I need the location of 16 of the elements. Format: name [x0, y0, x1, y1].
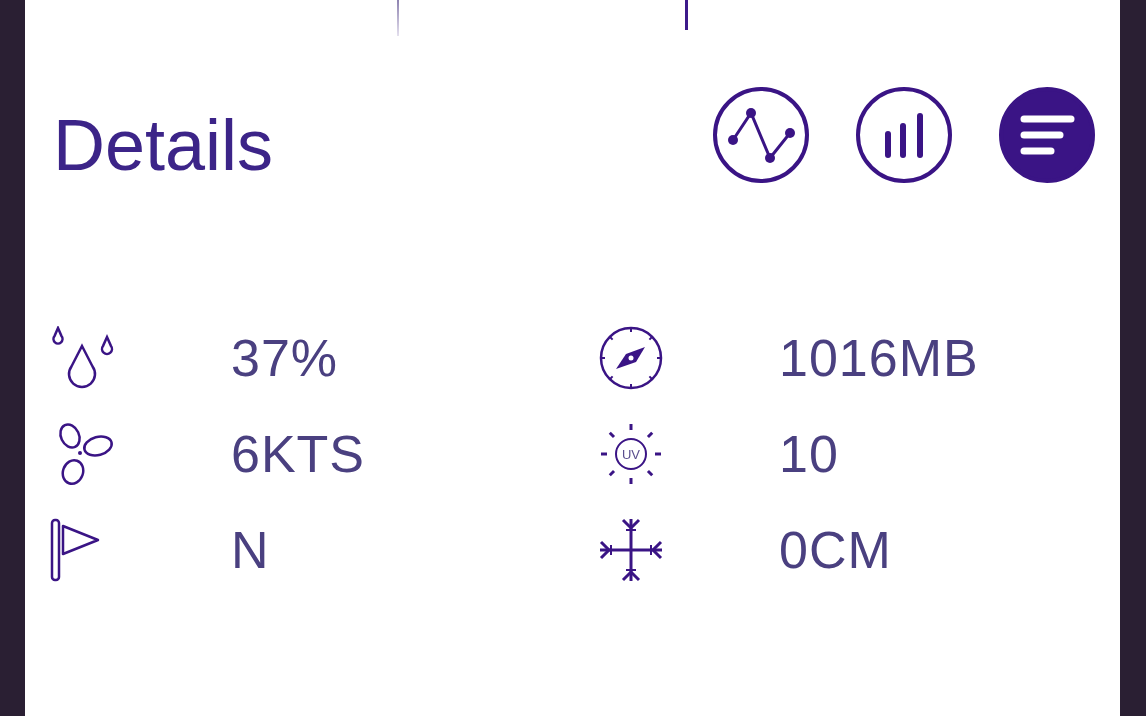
bar-chart-icon	[884, 111, 924, 159]
detail-value: 0CM	[779, 524, 892, 576]
droplets-icon	[50, 326, 116, 390]
snowflake-icon	[598, 518, 664, 582]
detail-value: 37%	[231, 332, 339, 384]
detail-value: 10	[779, 428, 839, 480]
detail-value: 1016MB	[779, 332, 979, 384]
detail-value: 6KTS	[231, 428, 366, 480]
divider-line	[397, 0, 399, 36]
details-title: Details	[53, 109, 274, 181]
list-icon	[1019, 115, 1075, 155]
line-chart-icon	[727, 106, 795, 164]
divider-line	[685, 0, 688, 30]
compass-icon	[598, 325, 664, 391]
flag-icon	[50, 518, 102, 582]
detail-value: N	[231, 524, 270, 576]
